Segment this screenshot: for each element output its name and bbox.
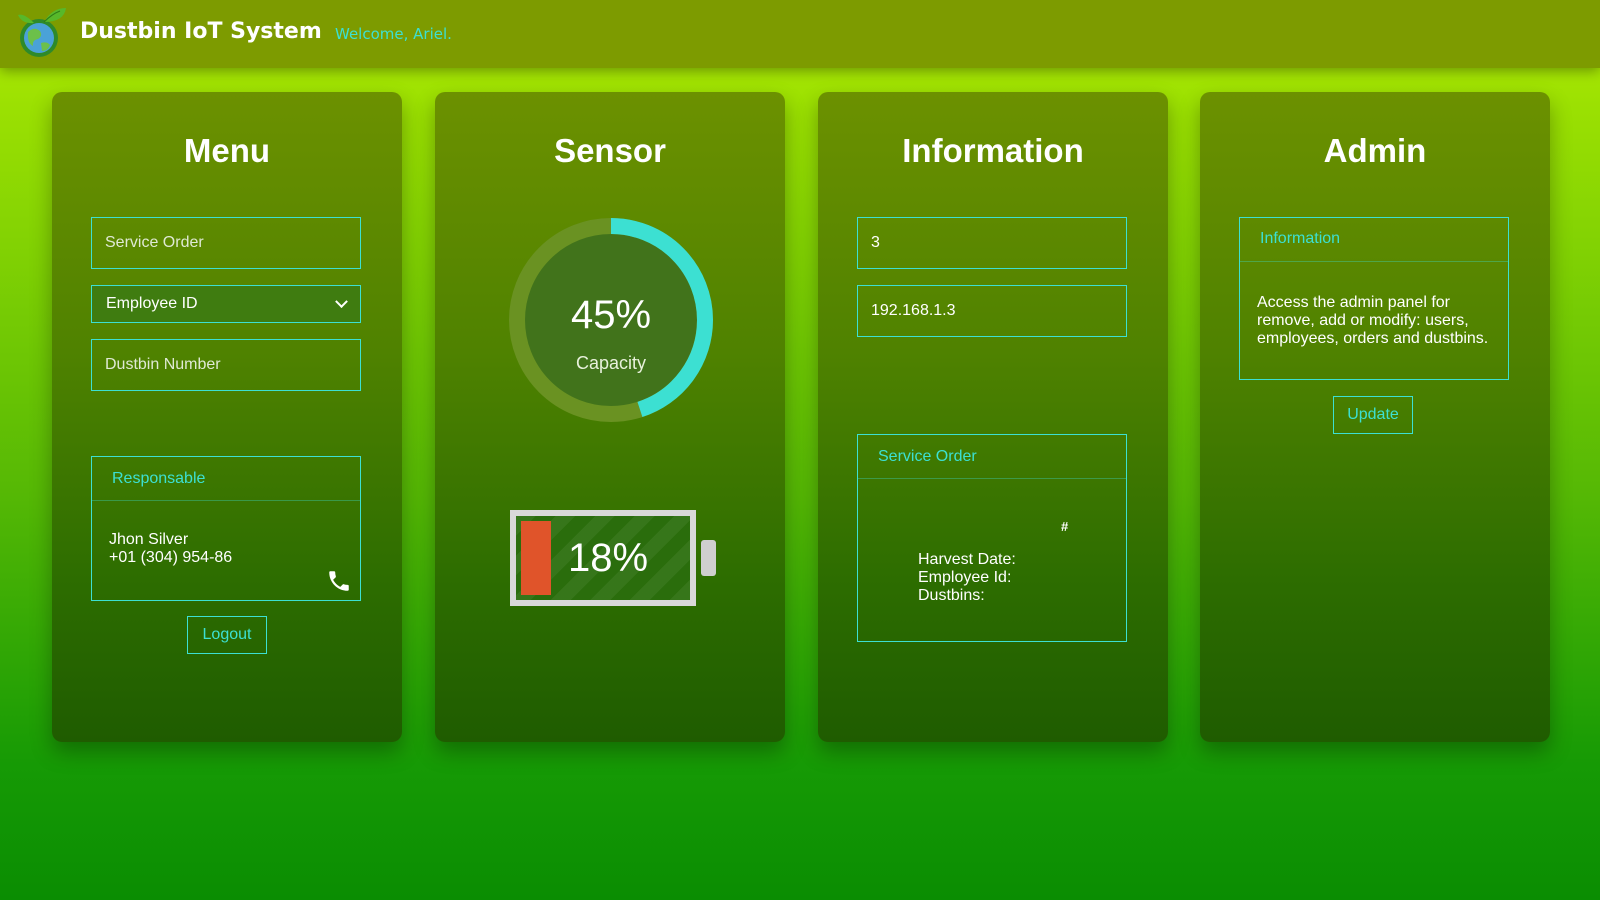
admin-info-heading: Information — [1240, 218, 1508, 262]
battery-value: 18% — [568, 536, 649, 580]
responsable-panel: Responsable Jhon Silver +01 (304) 954-86 — [91, 456, 361, 601]
menu-title: Menu — [183, 132, 271, 169]
service-order-heading: Service Order — [858, 435, 1126, 479]
order-number-mark: # — [1061, 519, 1069, 534]
phone-icon[interactable] — [326, 568, 352, 594]
capacity-gauge: 45% Capacity — [508, 217, 714, 423]
welcome-message: Welcome, Ariel. — [335, 25, 452, 43]
admin-info-panel: Information Access the admin panel for r… — [1239, 217, 1509, 380]
logout-button[interactable]: Logout — [187, 616, 267, 654]
information-card: Information Service Order # Harvest Date… — [818, 92, 1168, 742]
menu-card: Menu Employee ID Responsable Jhon Silver… — [52, 92, 402, 742]
employee-id-label: Employee Id: — [918, 569, 1012, 586]
battery-tip — [701, 540, 716, 576]
ip-address-field[interactable] — [857, 285, 1127, 337]
responsable-heading: Responsable — [92, 457, 360, 501]
top-bar: Dustbin IoT System Welcome, Ariel. — [0, 0, 1600, 68]
battery-level-fill — [521, 521, 551, 595]
battery-indicator: 18% — [510, 510, 716, 606]
dustbins-label: Dustbins: — [918, 587, 985, 604]
admin-card: Admin Information Access the admin panel… — [1200, 92, 1550, 742]
admin-info-text: Access the admin panel for remove, add o… — [1257, 294, 1489, 347]
battery-body: 18% — [510, 510, 696, 606]
information-title: Information — [902, 132, 1084, 169]
service-order-input[interactable] — [91, 217, 361, 269]
sensor-title: Sensor — [554, 132, 666, 169]
responsable-phone: +01 (304) 954-86 — [109, 549, 233, 566]
capacity-value: 45% — [570, 293, 652, 337]
employee-id-select[interactable]: Employee ID — [91, 285, 361, 323]
id-field[interactable] — [857, 217, 1127, 269]
capacity-label: Capacity — [575, 353, 647, 373]
harvest-date-label: Harvest Date: — [918, 551, 1016, 568]
dustbin-number-input[interactable] — [91, 339, 361, 391]
service-order-panel: Service Order # Harvest Date: Employee I… — [857, 434, 1127, 642]
employee-id-select-value: Employee ID — [106, 295, 198, 312]
app-title: Dustbin IoT System — [80, 19, 322, 44]
chevron-down-icon — [335, 294, 348, 308]
admin-title: Admin — [1323, 132, 1427, 169]
responsable-name: Jhon Silver — [109, 531, 189, 548]
globe-leaf-logo — [18, 8, 66, 57]
update-button[interactable]: Update — [1333, 396, 1413, 434]
sensor-card: Sensor 45% Capacity 18% — [435, 92, 785, 742]
